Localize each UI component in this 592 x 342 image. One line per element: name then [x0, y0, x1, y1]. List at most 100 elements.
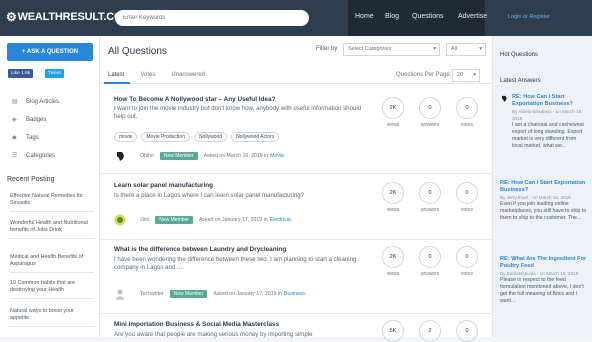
sidebar-item-badges[interactable]: ◈ Badges — [12, 116, 46, 124]
asked-date: Asked on January 17, 2019 in — [198, 217, 268, 223]
question-author[interactable]: Techwriter — [140, 291, 164, 297]
question-category[interactable]: Electrical. — [270, 217, 293, 223]
nav-blog[interactable]: Blog — [385, 13, 399, 20]
views-label: views — [386, 271, 400, 277]
question-item: What is the difference between Laundry a… — [100, 240, 492, 314]
tag-icon: ◆ — [12, 135, 17, 141]
hot-questions-heading: Hot Questions — [500, 52, 539, 58]
facebook-like-button[interactable]: Like 1.6k — [8, 69, 34, 78]
votes-label: votes — [461, 122, 473, 128]
right-sidebar: Hot Questions Latest Answers RE: How Can… — [492, 36, 592, 337]
question-excerpt: I want to join the movie industry but do… — [114, 105, 362, 120]
question-category[interactable]: Movie. — [270, 153, 285, 159]
ask-question-button[interactable]: + ASK A QUESTION — [7, 43, 93, 61]
question-author[interactable]: Jimi — [140, 217, 149, 223]
scope-select[interactable]: All ▾ — [446, 43, 486, 56]
status-badge: New Member — [159, 152, 198, 160]
answers-label: answers — [420, 122, 440, 128]
views-count: 2K — [382, 246, 404, 268]
votes-label: votes — [461, 271, 473, 277]
question-meta: Techwriter New Member Asked on January 1… — [114, 288, 307, 300]
question-excerpt: Are you aware that people are making ser… — [114, 331, 313, 338]
answer-byline: By DarliaMigluola · on March 16, 2019 — [500, 271, 579, 276]
latest-answer-item: RE: How Can I Start Exportation Business… — [500, 180, 588, 222]
views-count: 2K — [382, 97, 404, 119]
list-icon: ☰ — [12, 153, 18, 159]
question-item: Learn solar panel manufacturing Is there… — [100, 174, 492, 240]
tab-latest[interactable]: Latest — [108, 72, 124, 78]
per-page-select[interactable]: 20 ▾ — [452, 69, 480, 82]
answer-title[interactable]: RE: How Can I Start Exportation Business… — [500, 180, 588, 194]
tag-chip[interactable]: Nollywood Actors — [231, 132, 280, 142]
answers-count: 0 — [419, 246, 441, 268]
tag-chip[interactable]: Movie Production — [141, 132, 190, 142]
category-select[interactable]: Select Categories ▾ — [343, 43, 440, 56]
sidebar-item-blog-articles[interactable]: ▤ Blog Articles — [12, 98, 59, 106]
answers-count: 0 — [419, 97, 441, 119]
filter-label: Filter by — [316, 46, 338, 52]
status-badge: New Member — [155, 216, 193, 224]
answer-excerpt: I am a charcoal and cashewnut export of … — [512, 122, 584, 149]
site-logo[interactable]: ⚙ WEALTHRESULT.COM — [6, 10, 131, 24]
document-icon: ▤ — [12, 99, 18, 105]
questions-per-page-label: Questions Per Page: — [396, 72, 452, 78]
left-sidebar: + ASK A QUESTION Like 1.6k Tweet ▤ Blog A… — [0, 36, 100, 337]
recent-post-link[interactable]: Natural ways to boost your appetite — [10, 308, 94, 327]
badge-icon: ◈ — [12, 117, 17, 123]
question-excerpt: Is there a place in Lagos where I can le… — [114, 192, 305, 199]
question-excerpt: I have been wondering the difference bet… — [114, 256, 357, 271]
latest-answer-item: RE: How Can I Start Exportation Business… — [500, 94, 588, 150]
question-title[interactable]: What is the difference between Laundry a… — [114, 246, 286, 253]
tweet-button[interactable]: Tweet — [45, 69, 64, 78]
sidebar-item-tags[interactable]: ◆ Tags — [12, 134, 39, 142]
question-tags: movie Movie Production Nollywood Nollywo… — [114, 132, 280, 142]
page-title: All Questions — [108, 46, 167, 57]
asked-date: Asked on March 16, 2019 in — [203, 153, 269, 159]
tab-unanswered[interactable]: Unanswered — [171, 72, 205, 78]
tab-votes[interactable]: Votes — [140, 72, 155, 78]
tag-chip[interactable]: Nollywood — [193, 132, 228, 142]
search-input[interactable] — [115, 10, 309, 26]
question-title[interactable]: How To Become A Nollywood star – Any Use… — [114, 96, 275, 103]
answer-byline: By JerryJmart · on March 16, 2019 — [500, 195, 571, 200]
answers-label: answers — [420, 207, 440, 213]
recent-post-link[interactable]: Wonderful Health and Nutritional benefit… — [10, 220, 94, 239]
avatar — [500, 94, 508, 150]
question-title[interactable]: Mini Importation Business & Social Media… — [114, 321, 279, 328]
views-count: 2K — [382, 182, 404, 204]
sidebar-item-categories[interactable]: ☰ Categories — [12, 152, 55, 160]
status-badge: New Member — [169, 290, 208, 298]
views-label: views — [386, 122, 400, 128]
question-item: How To Become A Nollywood star – Any Use… — [100, 84, 492, 174]
votes-count: 0 — [456, 97, 478, 119]
question-category[interactable]: Business. — [284, 291, 307, 297]
nav-home[interactable]: Home — [355, 13, 374, 20]
avatar[interactable] — [114, 150, 126, 162]
recent-post-link[interactable]: Effective Natural Remedies for Sinusitis — [10, 193, 94, 212]
chevron-down-icon: ▾ — [473, 72, 476, 78]
recent-post-link[interactable]: 10 Common habits that are destroying you… — [10, 280, 94, 299]
answer-title[interactable]: RE: What Are The Ingredient For Poultry … — [500, 256, 588, 270]
question-title[interactable]: Learn solar panel manufacturing — [114, 182, 213, 189]
avatar[interactable] — [114, 214, 126, 226]
answers-count: 0 — [419, 182, 441, 204]
asked-date: Asked on January 17, 2019 in — [213, 291, 283, 297]
question-author[interactable]: Obiho — [140, 153, 154, 159]
answers-label: answers — [420, 271, 440, 277]
gear-logo-icon: ⚙ — [6, 10, 17, 24]
avatar[interactable] — [114, 288, 126, 300]
chevron-down-icon: ▾ — [479, 46, 482, 52]
votes-count: 0 — [456, 320, 478, 342]
login-register-link[interactable]: Login or Register — [508, 14, 550, 20]
question-meta: Obiho New Member Asked on March 16, 2019… — [114, 150, 285, 162]
main-nav: Home Blog Questions Advertise — [348, 0, 487, 36]
recent-post-link[interactable]: Medical and Health Benefits of Asparagus — [10, 254, 94, 273]
votes-count: 0 — [456, 182, 478, 204]
tag-chip[interactable]: movie — [114, 132, 138, 142]
votes-count: 0 — [456, 246, 478, 268]
answer-title[interactable]: RE: How Can I Start Exportation Business… — [512, 94, 588, 108]
question-tabs: Latest Votes Unanswered — [108, 72, 205, 78]
main-content: All Questions Filter by Select Categorie… — [100, 36, 492, 342]
nav-questions[interactable]: Questions — [412, 13, 444, 20]
nav-advertise[interactable]: Advertise — [458, 13, 487, 20]
